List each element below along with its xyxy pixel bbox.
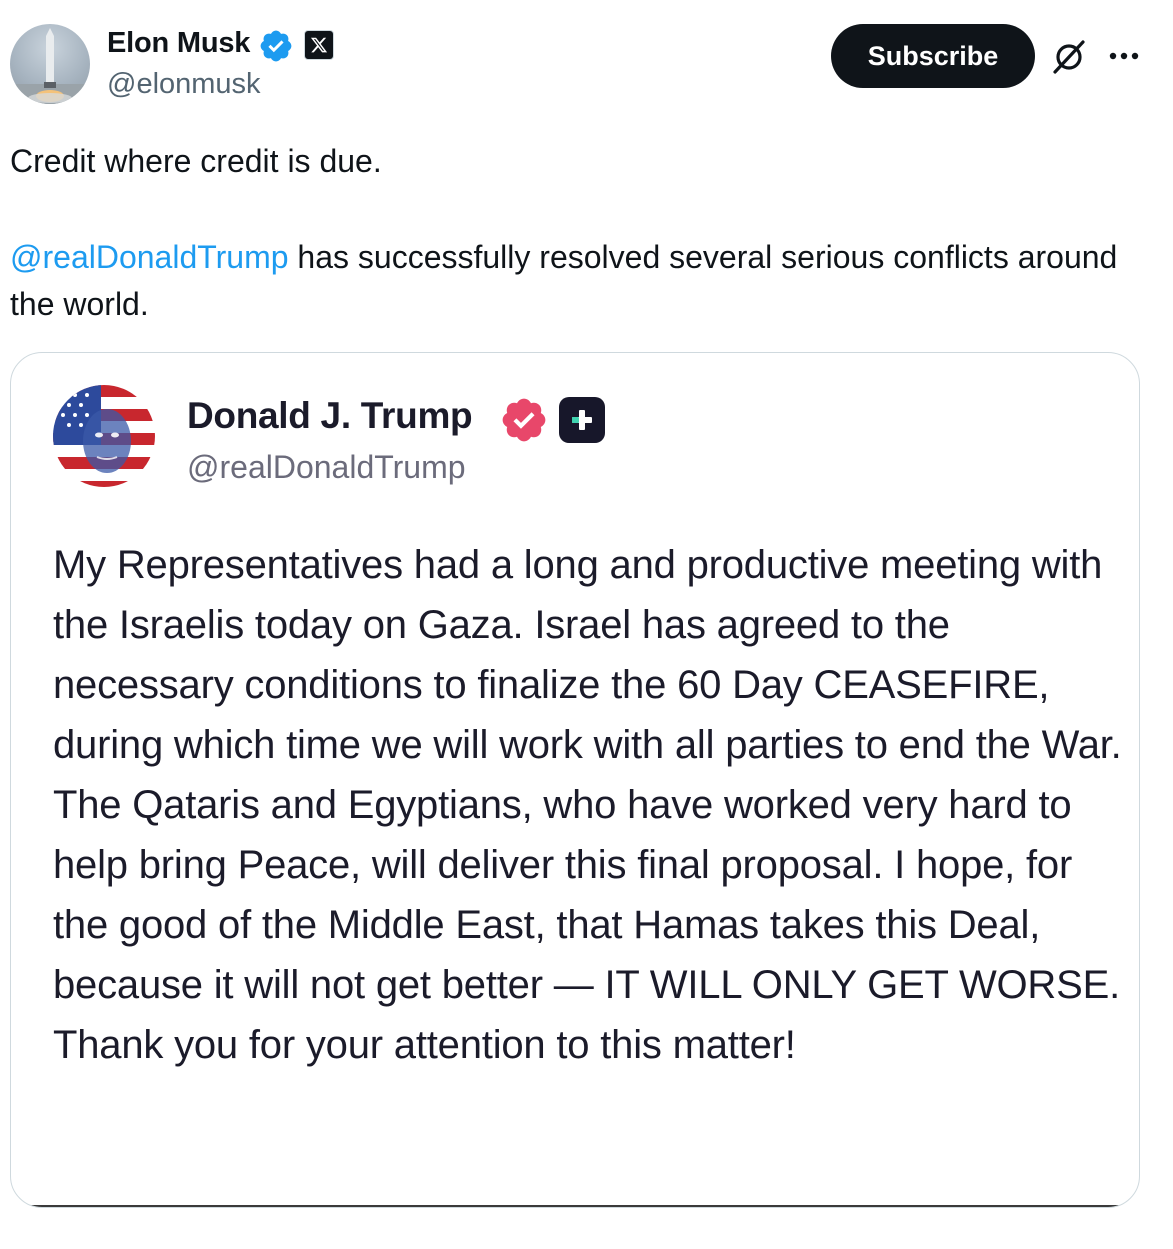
verified-badge-icon [260,30,292,62]
embedded-author-handle: @realDonaldTrump [187,449,466,485]
more-icon[interactable] [1105,42,1143,70]
post-card: Elon Musk @elonmusk Subscribe Credit whe… [0,0,1173,1249]
post-text: Credit where credit is due. @realDonaldT… [10,138,1140,328]
x-logo-icon [304,30,334,60]
media-divider [11,1205,1139,1207]
post-text-paragraph: @realDonaldTrump has successfully resolv… [10,234,1140,328]
grok-icon[interactable] [1050,38,1088,76]
author-name[interactable]: Elon Musk [107,27,250,60]
mention-link[interactable]: @realDonaldTrump [10,239,289,275]
embedded-author-name: Donald J. Trump [187,395,473,436]
post-text-line: Credit where credit is due. [10,143,382,179]
flag-portrait-avatar [53,385,155,487]
truth-plus-icon [559,397,605,443]
rocket-launch-icon [10,28,90,104]
author-handle[interactable]: @elonmusk [107,68,261,101]
embedded-image[interactable]: Donald J. Trump @realDonaldTrump My Repr… [10,352,1140,1208]
author-avatar[interactable] [10,24,90,104]
subscribe-button[interactable]: Subscribe [831,24,1035,88]
embedded-post-body: My Representatives had a long and produc… [53,543,1122,1067]
truth-verified-badge-icon [502,398,546,442]
